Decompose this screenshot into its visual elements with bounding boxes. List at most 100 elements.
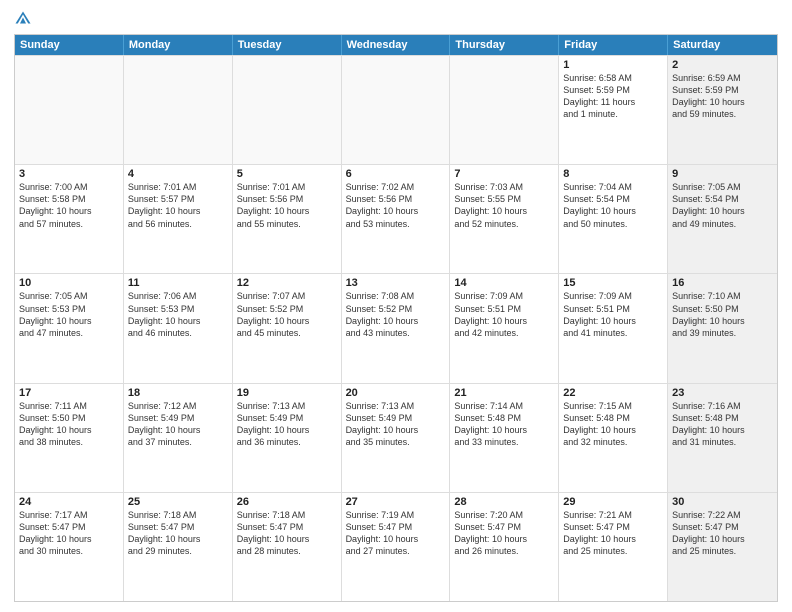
day-number: 23 <box>672 387 773 399</box>
day-number: 8 <box>563 168 663 180</box>
day-number: 30 <box>672 496 773 508</box>
cell-info: Sunrise: 7:18 AM Sunset: 5:47 PM Dayligh… <box>237 509 337 558</box>
calendar-cell: 25Sunrise: 7:18 AM Sunset: 5:47 PM Dayli… <box>124 493 233 601</box>
day-number: 19 <box>237 387 337 399</box>
day-number: 15 <box>563 277 663 289</box>
cell-info: Sunrise: 7:07 AM Sunset: 5:52 PM Dayligh… <box>237 290 337 339</box>
calendar-row: 24Sunrise: 7:17 AM Sunset: 5:47 PM Dayli… <box>15 492 777 601</box>
calendar-row: 1Sunrise: 6:58 AM Sunset: 5:59 PM Daylig… <box>15 55 777 164</box>
day-number: 21 <box>454 387 554 399</box>
calendar-cell: 27Sunrise: 7:19 AM Sunset: 5:47 PM Dayli… <box>342 493 451 601</box>
calendar-cell: 2Sunrise: 6:59 AM Sunset: 5:59 PM Daylig… <box>668 56 777 164</box>
calendar-cell: 7Sunrise: 7:03 AM Sunset: 5:55 PM Daylig… <box>450 165 559 273</box>
cell-info: Sunrise: 7:12 AM Sunset: 5:49 PM Dayligh… <box>128 400 228 449</box>
cell-info: Sunrise: 7:01 AM Sunset: 5:56 PM Dayligh… <box>237 181 337 230</box>
day-number: 10 <box>19 277 119 289</box>
calendar-cell: 21Sunrise: 7:14 AM Sunset: 5:48 PM Dayli… <box>450 384 559 492</box>
day-number: 25 <box>128 496 228 508</box>
day-number: 12 <box>237 277 337 289</box>
cell-info: Sunrise: 7:21 AM Sunset: 5:47 PM Dayligh… <box>563 509 663 558</box>
cell-info: Sunrise: 6:58 AM Sunset: 5:59 PM Dayligh… <box>563 72 663 121</box>
cell-info: Sunrise: 7:09 AM Sunset: 5:51 PM Dayligh… <box>563 290 663 339</box>
day-number: 17 <box>19 387 119 399</box>
calendar-header-cell: Monday <box>124 35 233 55</box>
day-number: 4 <box>128 168 228 180</box>
calendar-header: SundayMondayTuesdayWednesdayThursdayFrid… <box>15 35 777 55</box>
day-number: 5 <box>237 168 337 180</box>
day-number: 29 <box>563 496 663 508</box>
calendar-header-cell: Saturday <box>668 35 777 55</box>
day-number: 7 <box>454 168 554 180</box>
calendar-cell: 15Sunrise: 7:09 AM Sunset: 5:51 PM Dayli… <box>559 274 668 382</box>
day-number: 27 <box>346 496 446 508</box>
calendar-cell: 13Sunrise: 7:08 AM Sunset: 5:52 PM Dayli… <box>342 274 451 382</box>
day-number: 11 <box>128 277 228 289</box>
cell-info: Sunrise: 7:13 AM Sunset: 5:49 PM Dayligh… <box>237 400 337 449</box>
calendar-header-cell: Tuesday <box>233 35 342 55</box>
calendar-cell: 5Sunrise: 7:01 AM Sunset: 5:56 PM Daylig… <box>233 165 342 273</box>
day-number: 9 <box>672 168 773 180</box>
calendar-cell: 23Sunrise: 7:16 AM Sunset: 5:48 PM Dayli… <box>668 384 777 492</box>
cell-info: Sunrise: 7:01 AM Sunset: 5:57 PM Dayligh… <box>128 181 228 230</box>
calendar-cell <box>342 56 451 164</box>
calendar-row: 17Sunrise: 7:11 AM Sunset: 5:50 PM Dayli… <box>15 383 777 492</box>
calendar-row: 3Sunrise: 7:00 AM Sunset: 5:58 PM Daylig… <box>15 164 777 273</box>
calendar-cell <box>450 56 559 164</box>
day-number: 18 <box>128 387 228 399</box>
calendar-cell: 18Sunrise: 7:12 AM Sunset: 5:49 PM Dayli… <box>124 384 233 492</box>
day-number: 24 <box>19 496 119 508</box>
calendar-row: 10Sunrise: 7:05 AM Sunset: 5:53 PM Dayli… <box>15 273 777 382</box>
calendar-cell: 11Sunrise: 7:06 AM Sunset: 5:53 PM Dayli… <box>124 274 233 382</box>
calendar-cell: 9Sunrise: 7:05 AM Sunset: 5:54 PM Daylig… <box>668 165 777 273</box>
cell-info: Sunrise: 7:11 AM Sunset: 5:50 PM Dayligh… <box>19 400 119 449</box>
cell-info: Sunrise: 7:13 AM Sunset: 5:49 PM Dayligh… <box>346 400 446 449</box>
calendar-cell: 14Sunrise: 7:09 AM Sunset: 5:51 PM Dayli… <box>450 274 559 382</box>
cell-info: Sunrise: 7:00 AM Sunset: 5:58 PM Dayligh… <box>19 181 119 230</box>
day-number: 20 <box>346 387 446 399</box>
cell-info: Sunrise: 7:08 AM Sunset: 5:52 PM Dayligh… <box>346 290 446 339</box>
calendar-cell: 17Sunrise: 7:11 AM Sunset: 5:50 PM Dayli… <box>15 384 124 492</box>
cell-info: Sunrise: 7:20 AM Sunset: 5:47 PM Dayligh… <box>454 509 554 558</box>
cell-info: Sunrise: 7:04 AM Sunset: 5:54 PM Dayligh… <box>563 181 663 230</box>
calendar-cell: 10Sunrise: 7:05 AM Sunset: 5:53 PM Dayli… <box>15 274 124 382</box>
day-number: 28 <box>454 496 554 508</box>
calendar-cell: 16Sunrise: 7:10 AM Sunset: 5:50 PM Dayli… <box>668 274 777 382</box>
cell-info: Sunrise: 7:06 AM Sunset: 5:53 PM Dayligh… <box>128 290 228 339</box>
calendar-cell: 24Sunrise: 7:17 AM Sunset: 5:47 PM Dayli… <box>15 493 124 601</box>
calendar-header-cell: Wednesday <box>342 35 451 55</box>
cell-info: Sunrise: 6:59 AM Sunset: 5:59 PM Dayligh… <box>672 72 773 121</box>
cell-info: Sunrise: 7:16 AM Sunset: 5:48 PM Dayligh… <box>672 400 773 449</box>
header <box>14 10 778 28</box>
day-number: 16 <box>672 277 773 289</box>
calendar-cell: 30Sunrise: 7:22 AM Sunset: 5:47 PM Dayli… <box>668 493 777 601</box>
calendar-cell: 26Sunrise: 7:18 AM Sunset: 5:47 PM Dayli… <box>233 493 342 601</box>
calendar-cell: 29Sunrise: 7:21 AM Sunset: 5:47 PM Dayli… <box>559 493 668 601</box>
calendar-body: 1Sunrise: 6:58 AM Sunset: 5:59 PM Daylig… <box>15 55 777 601</box>
calendar-cell: 28Sunrise: 7:20 AM Sunset: 5:47 PM Dayli… <box>450 493 559 601</box>
day-number: 3 <box>19 168 119 180</box>
cell-info: Sunrise: 7:14 AM Sunset: 5:48 PM Dayligh… <box>454 400 554 449</box>
calendar-header-cell: Sunday <box>15 35 124 55</box>
day-number: 2 <box>672 59 773 71</box>
day-number: 22 <box>563 387 663 399</box>
cell-info: Sunrise: 7:17 AM Sunset: 5:47 PM Dayligh… <box>19 509 119 558</box>
cell-info: Sunrise: 7:05 AM Sunset: 5:54 PM Dayligh… <box>672 181 773 230</box>
day-number: 1 <box>563 59 663 71</box>
calendar-cell: 12Sunrise: 7:07 AM Sunset: 5:52 PM Dayli… <box>233 274 342 382</box>
calendar-cell: 6Sunrise: 7:02 AM Sunset: 5:56 PM Daylig… <box>342 165 451 273</box>
cell-info: Sunrise: 7:22 AM Sunset: 5:47 PM Dayligh… <box>672 509 773 558</box>
calendar-cell: 3Sunrise: 7:00 AM Sunset: 5:58 PM Daylig… <box>15 165 124 273</box>
calendar-cell: 1Sunrise: 6:58 AM Sunset: 5:59 PM Daylig… <box>559 56 668 164</box>
cell-info: Sunrise: 7:19 AM Sunset: 5:47 PM Dayligh… <box>346 509 446 558</box>
calendar: SundayMondayTuesdayWednesdayThursdayFrid… <box>14 34 778 602</box>
cell-info: Sunrise: 7:02 AM Sunset: 5:56 PM Dayligh… <box>346 181 446 230</box>
day-number: 26 <box>237 496 337 508</box>
cell-info: Sunrise: 7:15 AM Sunset: 5:48 PM Dayligh… <box>563 400 663 449</box>
cell-info: Sunrise: 7:10 AM Sunset: 5:50 PM Dayligh… <box>672 290 773 339</box>
day-number: 6 <box>346 168 446 180</box>
page: SundayMondayTuesdayWednesdayThursdayFrid… <box>0 0 792 612</box>
logo-area <box>14 10 36 28</box>
day-number: 13 <box>346 277 446 289</box>
calendar-cell: 22Sunrise: 7:15 AM Sunset: 5:48 PM Dayli… <box>559 384 668 492</box>
calendar-cell: 4Sunrise: 7:01 AM Sunset: 5:57 PM Daylig… <box>124 165 233 273</box>
